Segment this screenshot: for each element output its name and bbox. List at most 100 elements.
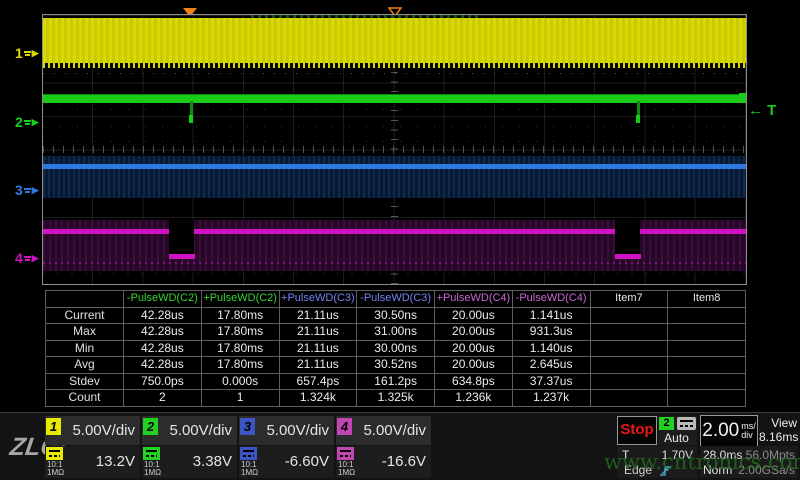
channel3-vdiv: 5.00V/div — [266, 422, 329, 439]
arrow-right-icon: ▶ — [32, 185, 39, 196]
channel1-trace-dots — [43, 73, 746, 74]
channel2-trace — [43, 94, 746, 103]
table-value-cell: 1.141us — [513, 308, 590, 324]
table-value-cell: 657.4ps — [280, 374, 357, 390]
channel3-noise-band — [43, 156, 746, 198]
trigger-level-marker[interactable] — [739, 93, 746, 101]
table-row-label: Max — [46, 324, 123, 340]
table-value-cell: 1.325k — [357, 390, 434, 406]
ground-icon — [24, 187, 31, 194]
table-value-cell — [591, 341, 668, 357]
channel2-badge[interactable]: 2 — [143, 418, 158, 435]
channel2-noise-dots — [43, 126, 746, 127]
channel2-peak-dashes — [251, 15, 481, 18]
arrow-left-icon: ← — [748, 102, 763, 119]
table-header-cell[interactable]: -PulseWD(C3) — [357, 291, 434, 307]
channel4-noise-dots — [43, 273, 746, 274]
dc-coupling-icon — [240, 447, 257, 460]
channel4-settings[interactable]: 4 5.00V/div -16.6V 10:11MΩ — [336, 416, 431, 478]
table-header-cell[interactable]: Item8 — [668, 291, 745, 307]
channel1-settings[interactable]: 1 5.00V/div 13.2V 10:11MΩ — [45, 416, 140, 478]
channel1-trace — [43, 18, 746, 63]
table-value-cell: 42.28us — [124, 357, 201, 373]
measurement-table: -PulseWD(C2)+PulseWD(C2)+PulseWD(C3)-Pul… — [45, 290, 746, 407]
channel2-noise-dots — [43, 141, 746, 142]
table-header-cell[interactable]: Item7 — [591, 291, 668, 307]
view-value: 8.16ms — [759, 430, 797, 444]
table-value-cell: 931.3us — [513, 324, 590, 340]
timebase-control[interactable]: 2.00 ms/div — [700, 415, 758, 447]
table-value-cell: 634.8ps — [435, 374, 512, 390]
table-value-cell — [668, 308, 745, 324]
channel4-label: 4 — [15, 250, 23, 266]
dc-coupling-icon — [46, 447, 63, 460]
table-row-label: Stdev — [46, 374, 123, 390]
channel3-settings[interactable]: 3 5.00V/div -6.60V 10:11MΩ — [239, 416, 334, 478]
table-header-cell[interactable]: -PulseWD(C2) — [124, 291, 201, 307]
table-value-cell: 31.00ns — [357, 324, 434, 340]
channel1-label: 1 — [15, 45, 23, 61]
channel2-pulse-bottom — [636, 115, 640, 123]
channel2-offset-marker[interactable]: 2 ▶ — [15, 114, 42, 130]
channel2-settings[interactable]: 2 5.00V/div 3.38V 10:11MΩ — [142, 416, 237, 478]
channel2-probe: 10:11MΩ — [144, 461, 161, 477]
table-value-cell: 20.00us — [435, 357, 512, 373]
channel1-probe: 10:11MΩ — [47, 461, 64, 477]
channel4-badge[interactable]: 4 — [337, 418, 352, 435]
channel4-offset: -16.6V — [382, 453, 426, 470]
run-state-button[interactable]: Stop — [617, 416, 657, 445]
channel3-offset: -6.60V — [285, 453, 329, 470]
channel4-notch-low-level — [615, 254, 641, 259]
table-value-cell: 2.645us — [513, 357, 590, 373]
table-value-cell: 0.000s — [202, 374, 279, 390]
channel2-pulse-bottom — [189, 115, 193, 123]
trigger-source-block[interactable]: 2 Auto — [658, 416, 697, 445]
table-value-cell: 1 — [202, 390, 279, 406]
table-value-cell — [591, 308, 668, 324]
channel3-badge[interactable]: 3 — [240, 418, 255, 435]
table-header-cell[interactable]: +PulseWD(C2) — [202, 291, 279, 307]
table-value-cell: 1.237k — [513, 390, 590, 406]
table-value-cell: 1.324k — [280, 390, 357, 406]
waveform-display[interactable] — [42, 14, 747, 285]
table-header-cell[interactable]: -PulseWD(C4) — [513, 291, 590, 307]
channel2-label: 2 — [15, 114, 23, 130]
table-value-cell: 37.37us — [513, 374, 590, 390]
table-corner-cell[interactable] — [46, 291, 123, 307]
channel3-trace — [43, 164, 746, 169]
table-value-cell: 30.50ns — [357, 308, 434, 324]
table-value-cell: 21.11us — [280, 308, 357, 324]
channel4-offset-marker[interactable]: 4 ▶ — [15, 250, 42, 266]
timebase-unit: ms/div — [741, 422, 756, 440]
channel4-probe: 10:11MΩ — [338, 461, 355, 477]
table-row-label: Count — [46, 390, 123, 406]
table-value-cell: 2 — [124, 390, 201, 406]
table-value-cell — [591, 390, 668, 406]
table-value-cell: 42.28us — [124, 308, 201, 324]
trigger-level-indicator: ← T — [748, 102, 776, 119]
table-value-cell: 1.140us — [513, 341, 590, 357]
table-header-cell[interactable]: +PulseWD(C3) — [280, 291, 357, 307]
table-value-cell: 21.11us — [280, 357, 357, 373]
table-value-cell: 42.28us — [124, 341, 201, 357]
channel1-badge[interactable]: 1 — [46, 418, 61, 435]
channel2-noise-dots — [43, 109, 746, 110]
table-value-cell — [591, 324, 668, 340]
table-header-cell[interactable]: +PulseWD(C4) — [435, 291, 512, 307]
channel3-probe: 10:11MΩ — [241, 461, 258, 477]
run-state-label: Stop — [620, 421, 653, 438]
channel1-offset-marker[interactable]: 1 ▶ — [15, 45, 42, 61]
table-row-label: Current — [46, 308, 123, 324]
dc-coupling-icon — [337, 447, 354, 460]
channel3-offset-marker[interactable]: 3 ▶ — [15, 182, 42, 198]
table-value-cell — [591, 374, 668, 390]
channel4-noise-floor — [43, 262, 746, 264]
ground-icon — [24, 119, 31, 126]
table-value-cell — [668, 324, 745, 340]
table-value-cell: 17.80ms — [202, 308, 279, 324]
oscilloscope-screen: 1 ▶ 2 ▶ 3 ▶ 4 ▶ — [0, 0, 800, 480]
arrow-right-icon: ▶ — [32, 253, 39, 264]
table-value-cell — [668, 341, 745, 357]
table-value-cell: 20.00us — [435, 308, 512, 324]
channel2-offset: 3.38V — [193, 453, 232, 470]
